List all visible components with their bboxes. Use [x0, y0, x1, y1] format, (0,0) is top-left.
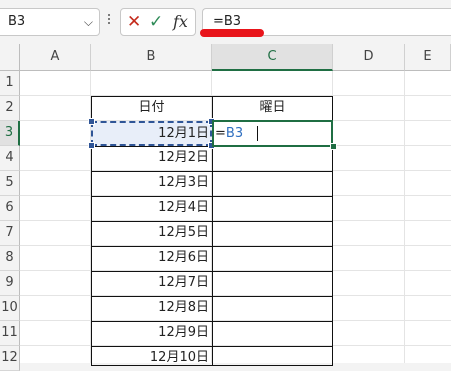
cancel-icon[interactable]: ✕: [127, 11, 141, 33]
column-header-b[interactable]: B: [91, 44, 212, 71]
formula-bar: B3 ⌵ ✕ ✓ fx =B3: [0, 0, 451, 44]
spreadsheet-grid: A B C D E 1 2 3 4 5 6 7 8 9 10 11 12 日付 …: [0, 44, 451, 371]
row-header-2[interactable]: 2: [0, 96, 20, 121]
column-header-c[interactable]: C: [212, 44, 333, 71]
row-header-4[interactable]: 4: [0, 146, 20, 171]
selection-handle[interactable]: [88, 118, 95, 125]
cell-c2-header-day[interactable]: 曜日: [212, 96, 333, 121]
gridline: [404, 71, 405, 363]
column-header-a[interactable]: A: [20, 44, 91, 71]
formula-text: =B3: [213, 14, 242, 29]
chevron-down-icon[interactable]: ⌵: [84, 9, 93, 35]
cell-b12[interactable]: 12月10日: [91, 346, 212, 371]
row-header-11[interactable]: 11: [0, 321, 20, 346]
row-header-5[interactable]: 5: [0, 171, 20, 196]
name-box-value: B3: [8, 14, 26, 29]
row-header-1[interactable]: 1: [0, 71, 20, 96]
formula-buttons: ✕ ✓ fx: [120, 8, 196, 36]
cell-b2-header-date[interactable]: 日付: [91, 96, 212, 121]
row-header-12[interactable]: 12: [0, 346, 20, 371]
row-header-6[interactable]: 6: [0, 196, 20, 221]
cell-b8[interactable]: 12月6日: [91, 246, 212, 271]
enter-icon[interactable]: ✓: [149, 11, 163, 33]
cell-b11[interactable]: 12月9日: [91, 321, 212, 346]
fill-handle[interactable]: [330, 143, 337, 150]
cell-b9[interactable]: 12月7日: [91, 271, 212, 296]
insert-function-icon[interactable]: fx: [173, 11, 188, 33]
cell-b6[interactable]: 12月4日: [91, 196, 212, 221]
red-underline-annotation: [200, 29, 264, 37]
text-cursor: [257, 126, 259, 141]
cell-c3-editing[interactable]: =B3: [212, 120, 333, 147]
row-header-9[interactable]: 9: [0, 271, 20, 296]
select-all-corner[interactable]: [0, 44, 20, 71]
formula-reference: B3: [225, 126, 244, 141]
cell-b4[interactable]: 12月2日: [91, 146, 212, 171]
row-header-7[interactable]: 7: [0, 221, 20, 246]
cell-b3[interactable]: 12月1日: [91, 121, 212, 146]
name-box[interactable]: B3 ⌵: [0, 8, 100, 36]
cell-b10[interactable]: 12月8日: [91, 296, 212, 321]
cell-b7[interactable]: 12月5日: [91, 221, 212, 246]
row-header-3[interactable]: 3: [0, 121, 20, 146]
more-options-icon[interactable]: [106, 12, 112, 32]
row-header-8[interactable]: 8: [0, 246, 20, 271]
row-header-10[interactable]: 10: [0, 296, 20, 321]
formula-equals: =: [215, 126, 226, 141]
cell-b5[interactable]: 12月3日: [91, 171, 212, 196]
column-header-d[interactable]: D: [333, 44, 405, 71]
column-header-e[interactable]: E: [405, 44, 451, 71]
